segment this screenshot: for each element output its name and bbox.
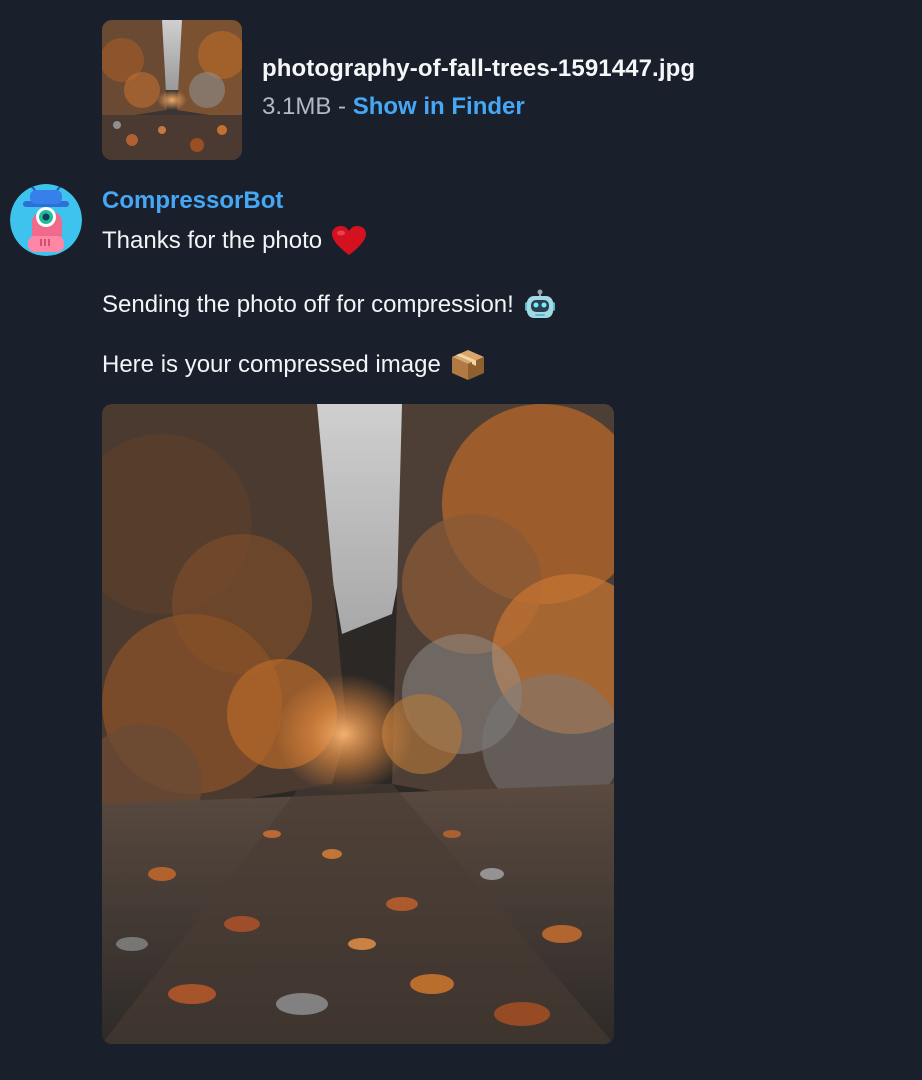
file-attachment[interactable]: photography-of-fall-trees-1591447.jpg 3.… xyxy=(102,20,695,160)
autumn-path-thumbnail xyxy=(102,20,242,160)
package-emoji-icon xyxy=(451,349,485,381)
sender-name[interactable]: CompressorBot xyxy=(102,184,802,218)
attachment-separator: - xyxy=(331,93,353,120)
bot-message: CompressorBot Thanks for the photo Sendi… xyxy=(102,184,802,382)
attachment-thumbnail[interactable] xyxy=(102,20,242,160)
attachment-file-name: photography-of-fall-trees-1591447.jpg xyxy=(262,55,696,82)
heart-emoji-icon xyxy=(332,226,367,256)
attachment-file-size: 3.1MB xyxy=(262,93,332,120)
autumn-forest-path-photo xyxy=(102,404,614,1044)
robot-emoji-icon xyxy=(524,289,556,321)
message-text: Here is your compressed image xyxy=(102,351,441,378)
message-line: Here is your compressed image xyxy=(102,348,802,382)
message-text: Thanks for the photo xyxy=(102,227,323,254)
message-text: Sending the photo off for compression! xyxy=(102,291,514,318)
compressed-image[interactable] xyxy=(102,404,614,1044)
compressorbot-avatar[interactable] xyxy=(10,184,82,256)
show-in-finder-link[interactable]: Show in Finder xyxy=(353,93,525,120)
robot-avatar-icon xyxy=(10,184,82,256)
message-line: Thanks for the photo xyxy=(102,224,802,258)
message-line: Sending the photo off for compression! xyxy=(102,288,802,322)
